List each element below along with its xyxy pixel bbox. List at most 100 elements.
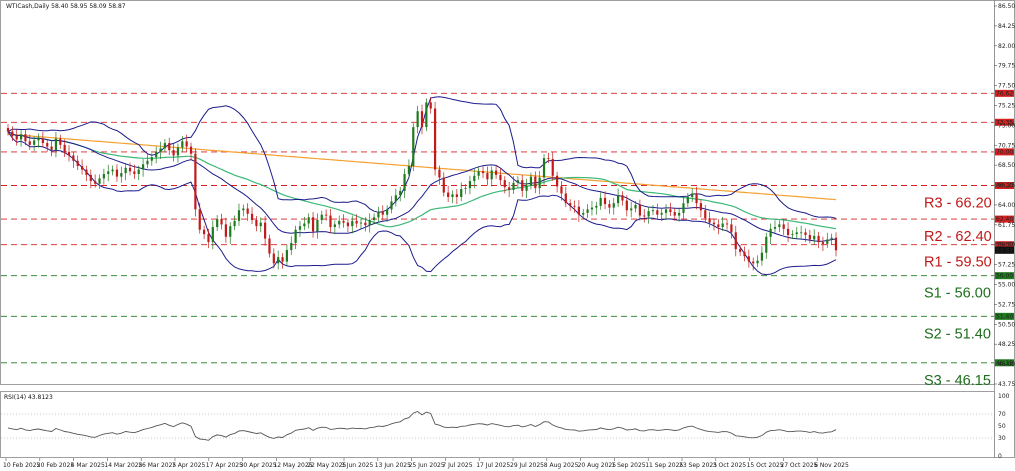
- candle-body: [503, 180, 506, 188]
- date-tick-label: 26 Mar 2025: [138, 462, 176, 469]
- candle-body: [277, 257, 280, 264]
- date-tick-label: 29 Jul 2025: [510, 462, 544, 469]
- rsi-header: RSI(14) 43.8123: [4, 394, 53, 401]
- candle-body: [695, 193, 698, 204]
- candle-body: [128, 167, 132, 172]
- candle-body: [826, 239, 829, 244]
- candle-body: [355, 220, 358, 224]
- candle-body: [6, 128, 10, 132]
- candle-body: [220, 219, 223, 225]
- candle-body: [307, 217, 310, 224]
- price-tick-label: 79.75: [998, 63, 1015, 70]
- candle-body: [381, 212, 384, 215]
- rsi-tick-label: 0: [998, 453, 1002, 460]
- candle-body: [442, 177, 445, 193]
- candle-body: [599, 197, 602, 206]
- candle-body: [425, 102, 428, 128]
- candle-body: [155, 151, 158, 158]
- candle-body: [651, 210, 655, 212]
- candle-body: [403, 174, 406, 191]
- candle-body: [647, 211, 650, 217]
- candle-body: [595, 205, 598, 208]
- candle-body: [560, 186, 563, 194]
- candle-body: [368, 219, 371, 226]
- candle-body: [617, 195, 620, 204]
- candle-body: [37, 138, 40, 141]
- resistance-label-r3: R3 - 66.20: [924, 195, 992, 211]
- candle-body: [473, 175, 476, 182]
- candle-body: [630, 208, 633, 211]
- main-plot-frame: [0, 0, 995, 385]
- candle-body: [33, 140, 36, 145]
- candle-body: [800, 232, 803, 234]
- candle-body: [224, 224, 227, 237]
- candle-body: [194, 153, 197, 210]
- candle-body: [233, 220, 236, 227]
- candle-body: [394, 195, 397, 202]
- date-tick-label: 11 Sep 2025: [645, 462, 683, 469]
- candle-body: [643, 215, 646, 217]
- candle-body: [80, 166, 84, 170]
- candle-body: [329, 215, 332, 228]
- rsi-tick-label: 50: [998, 423, 1006, 430]
- candle-body: [791, 234, 794, 236]
- candle-body: [198, 209, 201, 230]
- candle-body: [133, 171, 136, 174]
- date-tick-label: 8 Aug 2025: [544, 462, 579, 469]
- candle-body: [673, 212, 676, 216]
- candle-body: [486, 173, 489, 180]
- candle-body: [468, 181, 472, 189]
- candle-body: [320, 214, 323, 220]
- date-tick-label: 6 Nov 2025: [814, 462, 849, 469]
- candle-body: [725, 223, 729, 225]
- candle-body: [420, 111, 424, 128]
- candle-body: [429, 102, 432, 109]
- candle-body: [59, 138, 62, 145]
- candle-body: [682, 203, 685, 213]
- candle-body: [102, 174, 105, 179]
- date-tick-label: 3 Oct 2025: [713, 462, 746, 469]
- candle-body: [603, 197, 607, 205]
- candle-body: [416, 111, 419, 128]
- candle-body: [246, 208, 249, 214]
- candle-body: [298, 226, 302, 230]
- candle-body: [281, 257, 284, 262]
- candle-body: [656, 210, 659, 215]
- date-tick-label: 3 Jun 2025: [341, 462, 373, 469]
- candle-body: [242, 208, 245, 211]
- date-tick-label: 23 Sep 2025: [679, 462, 717, 469]
- resistance-label-r1: R1 - 59.50: [924, 255, 992, 271]
- candle-body: [41, 138, 44, 144]
- candle-body: [124, 167, 127, 174]
- candle-body: [782, 224, 785, 229]
- candle-body: [146, 160, 149, 165]
- candle-body: [477, 171, 480, 176]
- chart-window: WTICash,Daily 58.40 58.95 58.09 58.87 RS…: [0, 0, 1015, 471]
- price-tick-label: 73.00: [998, 122, 1015, 129]
- candle-body: [752, 261, 755, 264]
- candle-body: [11, 131, 14, 136]
- candle-body: [72, 155, 75, 161]
- candle-body: [216, 219, 219, 228]
- rsi-tick-label: 100: [998, 393, 1010, 400]
- candle-body: [311, 217, 315, 232]
- candle-body: [577, 206, 580, 215]
- candle-body: [529, 176, 533, 186]
- date-tick-label: 20 Feb 2025: [37, 462, 75, 469]
- candle-body: [582, 212, 585, 215]
- candle-body: [172, 150, 175, 156]
- price-tick-label: 64.00: [998, 202, 1015, 209]
- candle-body: [290, 242, 293, 251]
- price-tick-label: 82.00: [998, 43, 1015, 50]
- price-tick-label: 43.75: [998, 381, 1015, 388]
- date-tick-label: 7 Apr 2025: [172, 462, 205, 469]
- candle-body: [412, 127, 415, 167]
- candle-body: [89, 174, 92, 182]
- candle-body: [364, 222, 367, 226]
- price-tick-label: 86.50: [998, 3, 1015, 10]
- date-tick-label: 17 Jul 2025: [476, 462, 510, 469]
- date-tick-label: 30 Apr 2025: [240, 462, 277, 469]
- candle-body: [569, 203, 572, 206]
- support-label-s1: S1 - 56.00: [924, 286, 991, 302]
- date-tick-label: 10 Feb 2025: [3, 462, 41, 469]
